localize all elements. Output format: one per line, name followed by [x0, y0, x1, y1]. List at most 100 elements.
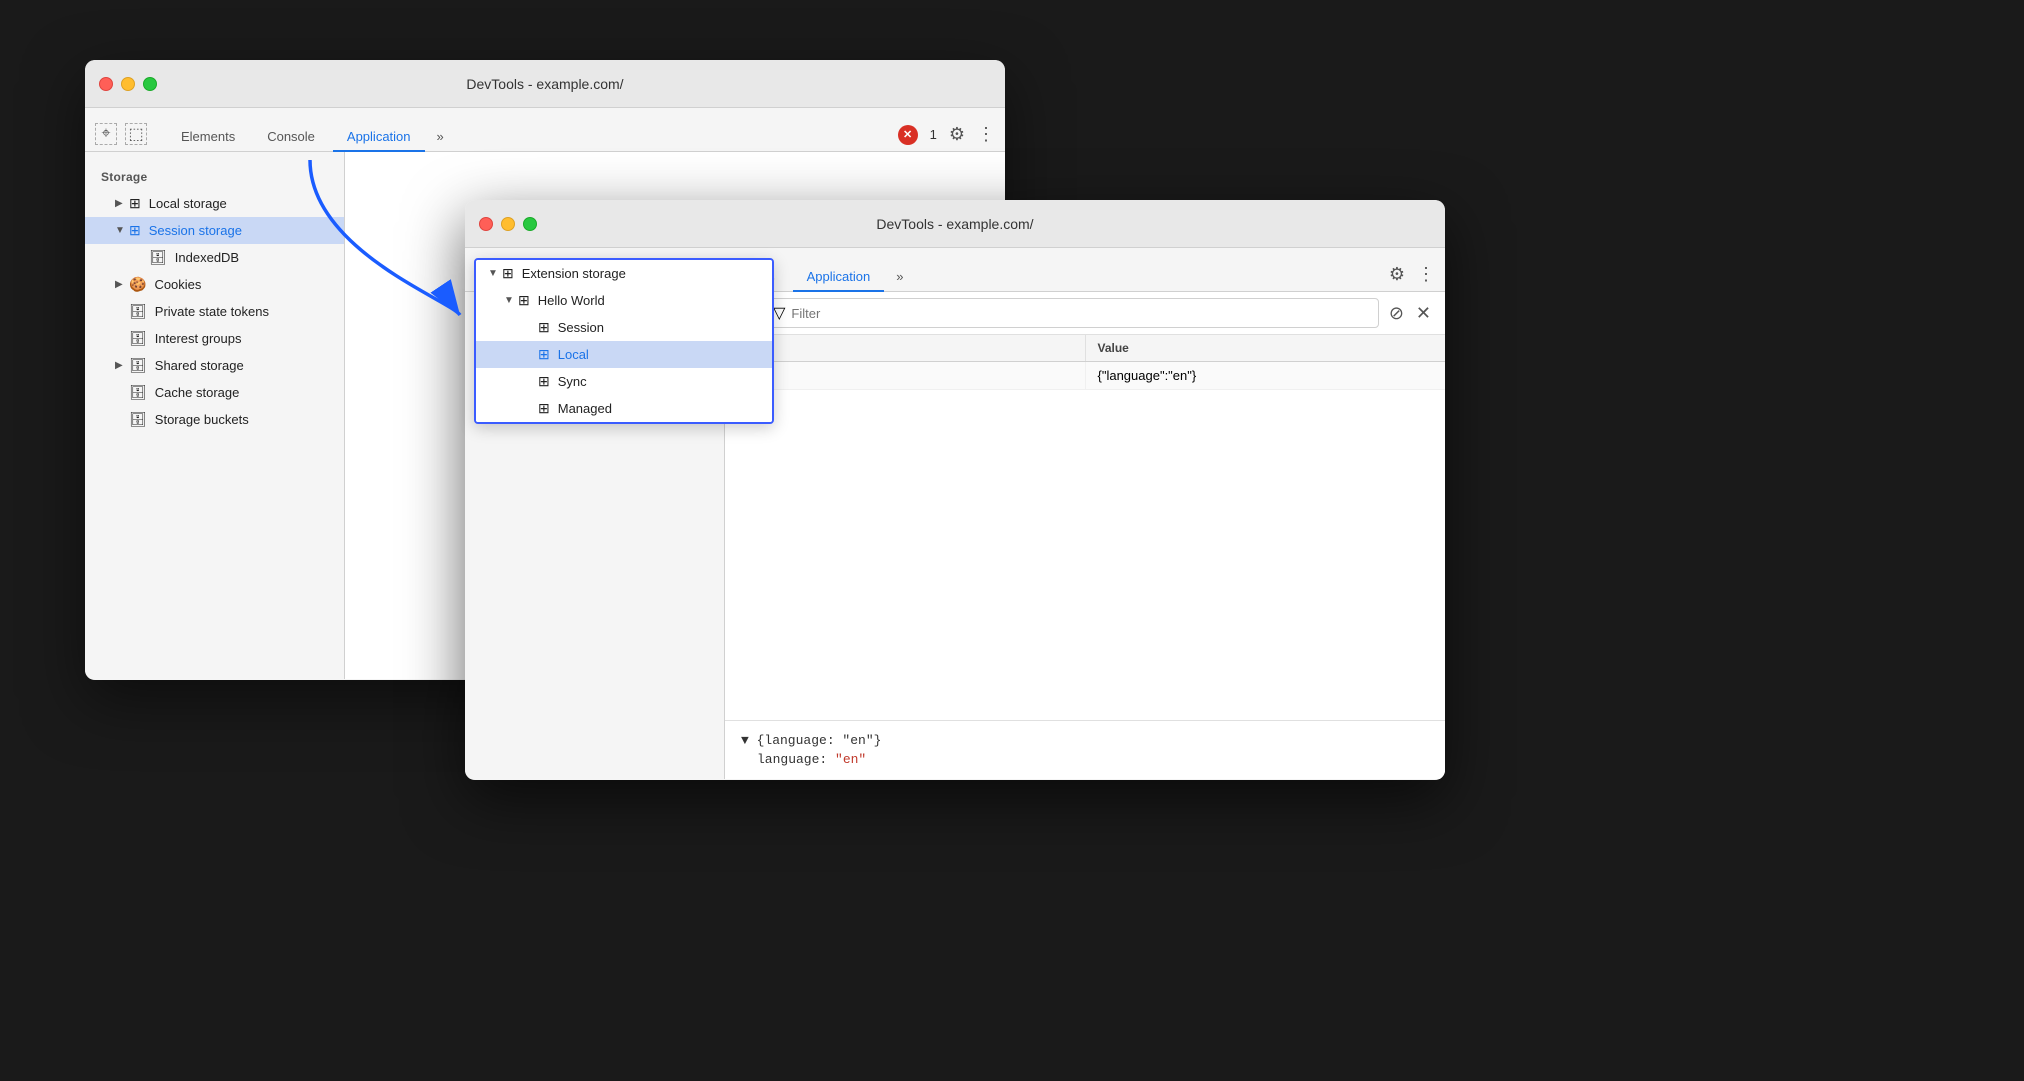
table-icon: ⊞ — [129, 222, 141, 239]
error-count: 1 — [930, 127, 937, 142]
close-filter-icon[interactable]: ✕ — [1414, 301, 1433, 326]
db-icon: 🗄 — [129, 330, 147, 347]
sidebar-item-label: Interest groups — [155, 331, 242, 346]
cell-value: {"language":"en"} — [1086, 362, 1446, 389]
close-button-back[interactable] — [99, 77, 113, 91]
close-button-front[interactable] — [479, 217, 493, 231]
sidebar-item-label: IndexedDB — [175, 250, 239, 265]
extension-storage-popup: ▼ ⊞ Extension storage ▼ ⊞ Hello World ▶ … — [474, 258, 774, 424]
content-panel-front: ↻ ▽ ⊘ ✕ Key Value config {"language":"en… — [725, 292, 1445, 779]
maximize-button-back[interactable] — [143, 77, 157, 91]
sidebar-item-label: Storage buckets — [155, 412, 249, 427]
json-row: language: "en" — [741, 752, 1429, 767]
cursor-icon[interactable]: ⌖ — [95, 123, 117, 145]
arrow-icon: ▶ — [115, 279, 129, 290]
sidebar-item-label: Sync — [558, 374, 587, 389]
sidebar-cache-storage[interactable]: ▶ 🗄 Cache storage — [85, 379, 344, 406]
arrow-icon: ▶ — [115, 360, 129, 371]
sidebar-session-storage[interactable]: ▼ ⊞ Session storage — [85, 217, 344, 244]
db-icon: 🗄 — [149, 249, 167, 266]
sidebar-item-label: Shared storage — [155, 358, 244, 373]
window-title-front: DevTools - example.com/ — [876, 216, 1033, 232]
tab-console-back[interactable]: Console — [253, 123, 329, 152]
box-icon[interactable]: ⬚ — [125, 123, 147, 145]
table-icon: ⊞ — [518, 292, 530, 309]
tab-application-back[interactable]: Application — [333, 123, 425, 152]
db-icon: 🗄 — [129, 384, 147, 401]
sidebar-item-label: Cache storage — [155, 385, 240, 400]
filter-icon: ▽ — [773, 303, 785, 323]
arrow-icon: ▼ — [488, 268, 502, 279]
ext-managed[interactable]: ▶ ⊞ Managed — [476, 395, 772, 422]
more-options-icon[interactable]: ⋮ — [977, 124, 995, 145]
arrow-icon: ▶ — [115, 198, 129, 209]
filter-input-wrap: ▽ — [764, 298, 1379, 328]
filter-input[interactable] — [791, 306, 1369, 321]
json-expand-label: ▼ {language: "en"} — [741, 733, 881, 748]
ext-extension-storage[interactable]: ▼ ⊞ Extension storage — [476, 260, 772, 287]
table-row[interactable]: config {"language":"en"} — [725, 362, 1445, 390]
sidebar-item-label: Hello World — [538, 293, 605, 308]
devtools-icons-back: ⌖ ⬚ — [95, 123, 147, 151]
json-value: "en" — [835, 752, 866, 767]
filter-bar: ↻ ▽ ⊘ ✕ — [725, 292, 1445, 335]
col-value: Value — [1086, 335, 1446, 361]
window-title-back: DevTools - example.com/ — [466, 76, 623, 92]
arrow-icon: ▼ — [115, 225, 129, 236]
storage-section-label: Storage — [85, 166, 344, 190]
sidebar-item-label: Local storage — [149, 196, 227, 211]
settings-icon-front[interactable]: ⚙ — [1389, 264, 1405, 285]
data-table: Key Value config {"language":"en"} — [725, 335, 1445, 720]
minimize-button-front[interactable] — [501, 217, 515, 231]
sidebar-item-label: Session storage — [149, 223, 242, 238]
tab-bar-back: ⌖ ⬚ Elements Console Application » ✕ 1 ⚙… — [85, 108, 1005, 152]
sidebar-cookies[interactable]: ▶ 🍪 Cookies — [85, 271, 344, 298]
sidebar-item-label: Private state tokens — [155, 304, 269, 319]
db-icon: 🗄 — [129, 411, 147, 428]
sidebar-item-label: Extension storage — [522, 266, 626, 281]
table-icon: ⊞ — [538, 400, 550, 417]
more-options-icon-front[interactable]: ⋮ — [1417, 264, 1435, 285]
traffic-lights-back — [99, 77, 157, 91]
sidebar-storage-buckets[interactable]: ▶ 🗄 Storage buckets — [85, 406, 344, 433]
table-header: Key Value — [725, 335, 1445, 362]
clear-filter-icon[interactable]: ⊘ — [1387, 301, 1406, 326]
title-bar-front: DevTools - example.com/ — [465, 200, 1445, 248]
minimize-button-back[interactable] — [121, 77, 135, 91]
maximize-button-front[interactable] — [523, 217, 537, 231]
tab-application-front[interactable]: Application — [793, 263, 885, 292]
table-icon: ⊞ — [538, 319, 550, 336]
db-icon: 🗄 — [129, 357, 147, 374]
title-bar-back: DevTools - example.com/ — [85, 60, 1005, 108]
sidebar-local-storage[interactable]: ▶ ⊞ Local storage — [85, 190, 344, 217]
tab-more-front[interactable]: » — [888, 263, 911, 291]
error-icon: ✕ — [898, 125, 918, 145]
sidebar-item-label: Session — [558, 320, 604, 335]
settings-icon[interactable]: ⚙ — [949, 124, 965, 145]
ext-hello-world[interactable]: ▼ ⊞ Hello World — [476, 287, 772, 314]
json-key: language: — [757, 752, 827, 767]
arrow-icon: ▼ — [504, 295, 518, 306]
sidebar-item-label: Cookies — [154, 277, 201, 292]
sidebar-shared-storage[interactable]: ▶ 🗄 Shared storage — [85, 352, 344, 379]
sidebar-interest-groups[interactable]: ▶ 🗄 Interest groups — [85, 325, 344, 352]
table-icon: ⊞ — [502, 265, 514, 282]
ext-session[interactable]: ▶ ⊞ Session — [476, 314, 772, 341]
tab-bar-right-front: ⚙ ⋮ — [1389, 264, 1435, 291]
json-expand[interactable]: ▼ {language: "en"} — [741, 733, 1429, 748]
table-icon: ⊞ — [538, 346, 550, 363]
ext-local[interactable]: ▶ ⊞ Local — [476, 341, 772, 368]
json-preview: ▼ {language: "en"} language: "en" — [725, 720, 1445, 779]
cookie-icon: 🍪 — [129, 276, 146, 293]
sidebar-indexeddb[interactable]: ▶ 🗄 IndexedDB — [85, 244, 344, 271]
table-icon: ⊞ — [129, 195, 141, 212]
tab-bar-right-back: ✕ 1 ⚙ ⋮ — [898, 124, 995, 151]
cell-key: config — [725, 362, 1086, 389]
tab-elements-back[interactable]: Elements — [167, 123, 249, 152]
ext-sync[interactable]: ▶ ⊞ Sync — [476, 368, 772, 395]
db-icon: 🗄 — [129, 303, 147, 320]
sidebar-private-state[interactable]: ▶ 🗄 Private state tokens — [85, 298, 344, 325]
sidebar-back: Storage ▶ ⊞ Local storage ▼ ⊞ Session st… — [85, 152, 345, 679]
sidebar-item-label: Managed — [558, 401, 612, 416]
tab-more-back[interactable]: » — [429, 123, 452, 151]
